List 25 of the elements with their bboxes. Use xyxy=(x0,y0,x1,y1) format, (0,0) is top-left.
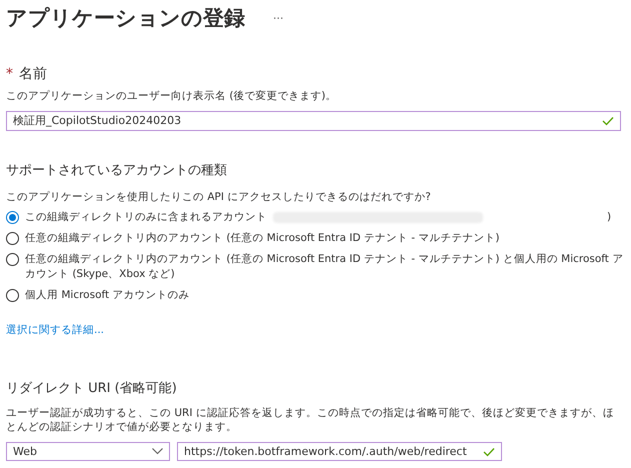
radio-label: 任意の組織ディレクトリ内のアカウント (任意の Microsoft Entra ID テナント - マルチテナント) と個人用の Microsoft アカウント (Skype、Xbox など) xyxy=(25,252,624,282)
radio-button[interactable] xyxy=(6,211,19,224)
checkmark-icon xyxy=(602,116,614,126)
page-title: アプリケーションの登録 xyxy=(6,5,245,32)
radio-label: 任意の組織ディレクトリ内のアカウント (任意の Microsoft Entra ID テナント - マルチテナント) xyxy=(25,231,500,246)
section-description: ユーザー認証が成功すると、この URI に認証応答を返します。この時点での指定は省略可能で、後ほど変更できますが、ほとんどの認証シナリオで値が必要となります。 xyxy=(6,406,615,434)
redacted-suffix: ) xyxy=(607,210,612,225)
details-link[interactable]: 選択に関する詳細... xyxy=(6,323,104,339)
checkmark-icon xyxy=(483,446,495,457)
more-menu[interactable]: ··· xyxy=(273,10,284,28)
radio-button[interactable] xyxy=(6,232,19,245)
field-description: このアプリケーションのユーザー向け表示名 (後で変更できます)。 xyxy=(6,89,338,104)
section-question: このアプリケーションを使用したりこの API にアクセスしたりできるのはだれですか? xyxy=(6,190,432,206)
name-input[interactable]: 検証用_CopilotStudio20240203 xyxy=(6,110,621,131)
platform-dropdown[interactable]: Web xyxy=(6,442,170,462)
radio-button[interactable] xyxy=(6,289,19,302)
section-heading: サポートされているアカウントの種類 xyxy=(6,162,228,180)
required-mark: * xyxy=(6,65,13,84)
section-heading: リダイレクト URI (省略可能) xyxy=(6,380,178,398)
radio-button[interactable] xyxy=(6,253,19,266)
chevron-down-icon xyxy=(152,448,163,456)
redirect-uri-input[interactable]: https://token.botframework.com/.auth/web/redirect xyxy=(177,442,502,462)
radio-label: 個人用 Microsoft アカウントのみ xyxy=(25,288,190,303)
radio-label: この組織ディレクトリのみに含まれるアカウント xyxy=(25,210,267,225)
field-label: 名前 xyxy=(19,65,47,84)
